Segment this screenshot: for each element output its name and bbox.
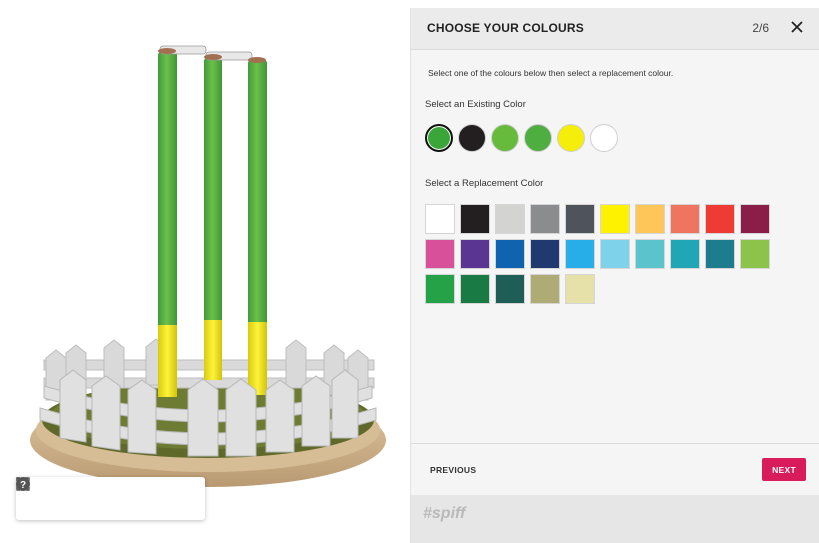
replacement-color-swatch[interactable] [425,239,455,269]
panel-header: CHOOSE YOUR COLOURS 2/6 [411,8,819,50]
pause-icon[interactable] [18,478,55,509]
replacement-color-swatch[interactable] [565,274,595,304]
replacement-color-swatch[interactable] [705,239,735,269]
replacement-color-swatch[interactable] [740,204,770,234]
existing-color-swatch[interactable] [524,124,552,152]
fullscreen-icon[interactable] [16,477,154,509]
existing-color-swatch[interactable] [425,124,453,152]
panel-title: CHOOSE YOUR COLOURS [427,21,584,35]
replacement-color-label: Select a Replacement Color [425,178,544,189]
existing-color-list [425,124,618,152]
replacement-color-swatch[interactable] [530,274,560,304]
cricket-stumps-model[interactable] [0,0,410,543]
close-icon[interactable] [789,19,805,35]
product-3d-viewer[interactable]: ? [0,0,410,543]
replacement-color-swatch[interactable] [705,204,735,234]
existing-color-swatch[interactable] [590,124,618,152]
replacement-color-swatch[interactable] [565,204,595,234]
replacement-color-swatch[interactable] [600,239,630,269]
replacement-color-swatch[interactable] [740,239,770,269]
replacement-color-swatch[interactable] [670,239,700,269]
previous-button[interactable]: PREVIOUS [430,465,476,475]
replacement-color-swatch[interactable] [565,239,595,269]
replacement-color-swatch[interactable] [600,204,630,234]
replacement-color-swatch[interactable] [495,274,525,304]
replacement-color-swatch[interactable] [460,274,490,304]
panel-footer: PREVIOUS NEXT [411,443,819,495]
brand-logo: #spiff [423,505,466,522]
replacement-color-swatch[interactable] [460,239,490,269]
viewer-toolbar: ? [16,477,205,520]
existing-color-label: Select an Existing Color [425,99,526,110]
replacement-color-swatch[interactable] [635,204,665,234]
replacement-color-swatch[interactable] [425,204,455,234]
next-button[interactable]: NEXT [762,458,806,481]
replacement-color-swatch[interactable] [530,239,560,269]
replacement-color-swatch[interactable] [495,204,525,234]
replacement-color-swatch[interactable] [670,204,700,234]
existing-color-swatch[interactable] [491,124,519,152]
rotate-icon[interactable] [17,478,121,509]
brand-bar: #spiff [411,495,819,543]
colour-panel: CHOOSE YOUR COLOURS 2/6 Select one of th… [410,8,819,543]
svg-text:?: ? [20,480,26,491]
screenshot-icon[interactable] [16,477,88,509]
replacement-color-grid [425,204,800,304]
replacement-color-swatch[interactable] [495,239,525,269]
replacement-color-swatch[interactable] [635,239,665,269]
existing-color-swatch[interactable] [458,124,486,152]
step-indicator: 2/6 [752,21,769,35]
replacement-color-swatch[interactable] [530,204,560,234]
replacement-color-swatch[interactable] [460,204,490,234]
instructions-text: Select one of the colours below then sel… [428,68,674,78]
replacement-color-swatch[interactable] [425,274,455,304]
existing-color-swatch[interactable] [557,124,585,152]
help-icon[interactable]: ? [16,477,187,509]
